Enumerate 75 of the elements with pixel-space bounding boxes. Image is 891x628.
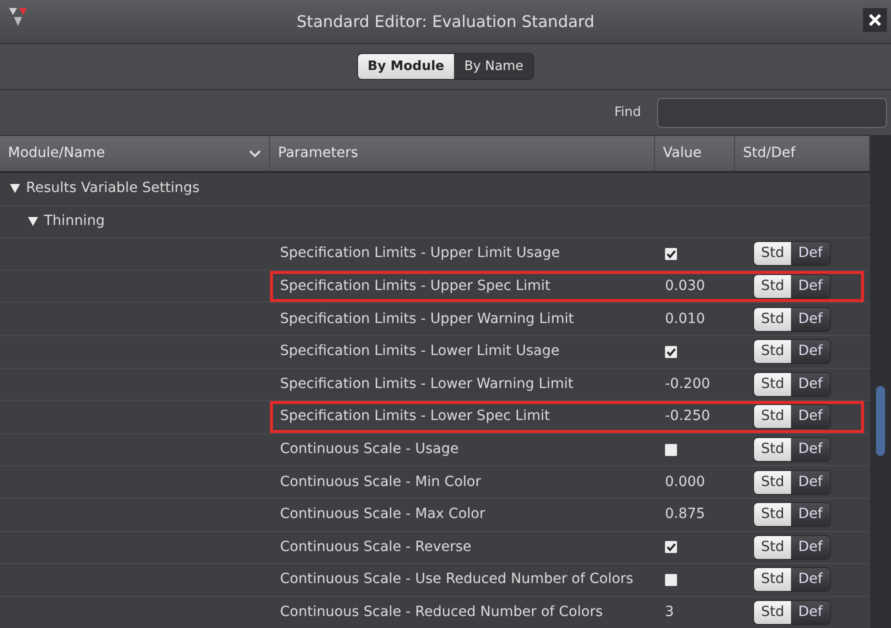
std-def-option[interactable]: Std xyxy=(754,372,792,396)
std-def-option[interactable]: Std xyxy=(754,405,792,428)
value-text: 0.010 xyxy=(665,310,706,329)
checkbox[interactable] xyxy=(665,248,677,260)
std-def-option[interactable]: Def xyxy=(791,503,830,526)
parameter-name: Specification Limits - Lower Limit Usage xyxy=(279,342,560,362)
parameter-name: Continuous Scale - Reduced Number of Colors xyxy=(279,603,604,622)
find-label: Find xyxy=(614,104,641,122)
std-def-option[interactable]: Std xyxy=(754,275,792,298)
std-def-option[interactable]: Std xyxy=(754,503,792,526)
std-def-option[interactable]: Std xyxy=(754,308,792,331)
tree-label: Results Variable Settings xyxy=(26,179,200,198)
tree-label: Thinning xyxy=(44,212,105,231)
std-def-option[interactable]: Def xyxy=(791,308,830,331)
tree-row[interactable]: Thinning xyxy=(0,206,870,238)
std-def-option[interactable]: Std xyxy=(754,242,792,266)
std-def-option[interactable]: Def xyxy=(791,470,830,494)
value-text: 0.875 xyxy=(665,505,706,524)
parameter-name: Continuous Scale - Max Color xyxy=(279,505,486,524)
std-def-option[interactable]: Std xyxy=(754,470,792,494)
checkbox[interactable] xyxy=(665,346,677,358)
std-def-option[interactable]: Std xyxy=(754,568,792,592)
parameter-name: Specification Limits - Upper Limit Usage xyxy=(279,244,561,264)
logo-icon xyxy=(8,6,30,28)
find-field[interactable] xyxy=(657,98,887,128)
std-def-option[interactable]: Def xyxy=(791,372,830,396)
parameter-row[interactable]: Specification Limits - Lower Spec Limit -0.250 Std Def xyxy=(0,401,870,434)
view-tab[interactable]: By Module xyxy=(358,54,454,80)
checkbox[interactable] xyxy=(665,574,677,586)
parameter-name: Specification Limits - Lower Spec Limit xyxy=(279,407,551,426)
close-icon xyxy=(868,13,882,27)
column-title: Module/Name xyxy=(8,144,106,163)
std-def-option[interactable]: Def xyxy=(791,275,830,298)
parameter-row[interactable]: Continuous Scale - Reduced Number of Colors 3 Std Def xyxy=(0,596,870,628)
std-def-option[interactable]: Std xyxy=(754,340,792,364)
window-title: Standard Editor: Evaluation Standard xyxy=(296,10,594,32)
chevron-down-icon[interactable] xyxy=(249,150,261,158)
value-text: 0.030 xyxy=(665,277,706,296)
std-def-option[interactable]: Def xyxy=(791,405,830,428)
parameter-row[interactable]: Specification Limits - Upper Spec Limit 0.030 Std Def xyxy=(0,270,870,304)
parameter-name: Specification Limits - Upper Warning Limit xyxy=(279,310,575,329)
expanded-triangle-icon[interactable] xyxy=(10,184,20,194)
expanded-triangle-icon[interactable] xyxy=(28,216,38,226)
value-text: 0.000 xyxy=(665,472,706,492)
checkbox[interactable] xyxy=(665,541,677,554)
parameter-name: Continuous Scale - Use Reduced Number of Colors xyxy=(279,570,634,590)
value-text: -0.200 xyxy=(665,374,710,394)
std-def-option[interactable]: Def xyxy=(791,242,830,266)
scrollbar[interactable] xyxy=(870,136,891,628)
parameter-name: Continuous Scale - Usage xyxy=(279,440,460,460)
parameter-row[interactable]: Specification Limits - Lower Warning Limit -0.200 Std Def xyxy=(0,368,870,402)
parameter-row[interactable]: Continuous Scale - Reverse Std Def xyxy=(0,532,870,564)
scroll-thumb[interactable] xyxy=(876,386,885,456)
std-def-option[interactable]: Std xyxy=(754,536,792,559)
parameter-row[interactable]: Specification Limits - Upper Limit Usage Std Def xyxy=(0,238,870,271)
std-def-option[interactable]: Def xyxy=(791,601,830,624)
parameter-name: Specification Limits - Lower Warning Limit xyxy=(279,374,574,394)
close-button[interactable] xyxy=(863,8,887,32)
column-title: Value xyxy=(663,144,702,163)
parameter-row[interactable]: Continuous Scale - Use Reduced Number of Colors Std Def xyxy=(0,564,870,597)
column-title: Std/Def xyxy=(743,144,796,163)
value-text: -0.250 xyxy=(665,407,710,426)
column-title: Parameters xyxy=(278,144,360,163)
checkbox[interactable] xyxy=(665,444,677,456)
std-def-option[interactable]: Def xyxy=(791,568,830,592)
std-def-option[interactable]: Def xyxy=(791,340,830,364)
parameter-name: Continuous Scale - Min Color xyxy=(279,472,482,492)
std-def-option[interactable]: Def xyxy=(791,438,830,462)
std-def-option[interactable]: Std xyxy=(754,438,792,462)
parameter-name: Continuous Scale - Reverse xyxy=(279,538,472,557)
std-def-option[interactable]: Def xyxy=(791,536,830,559)
parameter-name: Specification Limits - Upper Spec Limit xyxy=(279,277,552,296)
std-def-option[interactable]: Std xyxy=(754,601,792,624)
view-tab[interactable]: By Name xyxy=(454,54,534,80)
value-text: 3 xyxy=(665,603,674,622)
